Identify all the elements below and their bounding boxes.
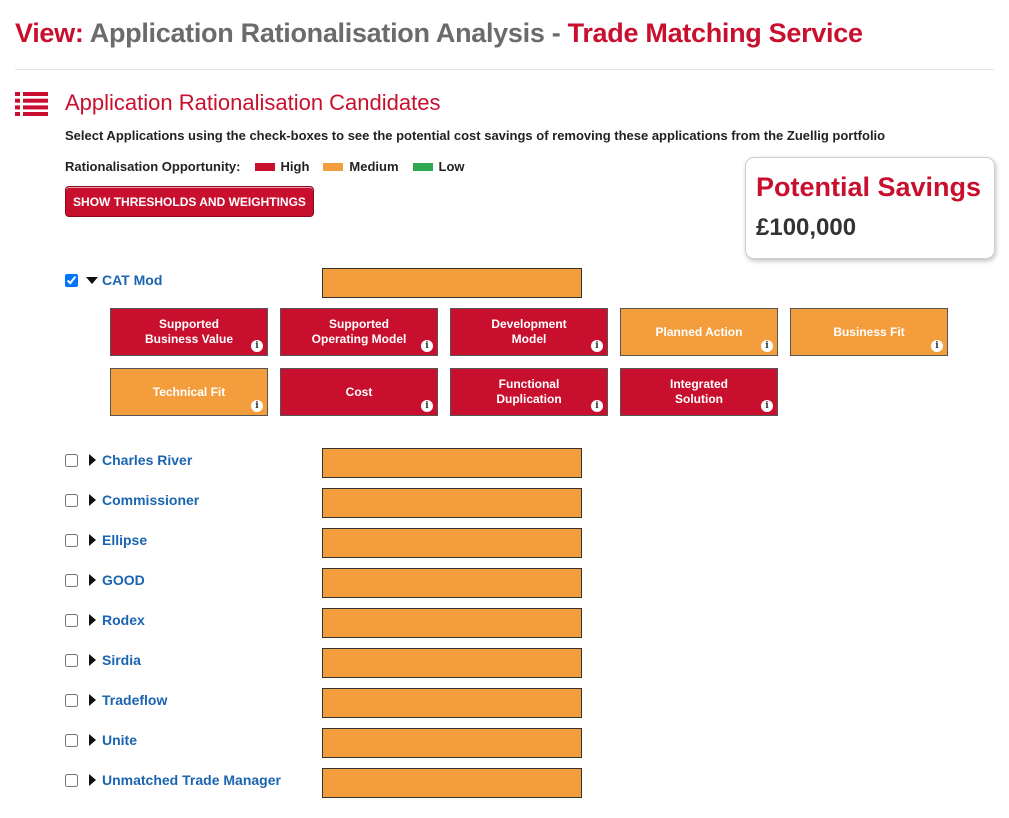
instructions-text: Select Applications using the check-boxe… (65, 128, 886, 143)
rating-bar (322, 768, 582, 798)
app-row-commissioner: Commissioner (65, 488, 585, 521)
analysis-name: Application Rationalisation Analysis (89, 18, 545, 48)
app-row-ellipse: Ellipse (65, 528, 585, 561)
legend: Rationalisation Opportunity: High Medium… (65, 159, 465, 174)
criteria-tile: Supported Operating Model i (280, 308, 438, 356)
app-checkbox[interactable] (65, 774, 78, 787)
app-name[interactable]: CAT Mod (102, 272, 162, 288)
legend-swatch-high (254, 162, 275, 171)
app-row-charles-river: Charles River (65, 448, 585, 481)
rating-bar (322, 728, 582, 758)
legend-item-high: High (280, 159, 310, 174)
criteria-label: Cost (345, 384, 373, 399)
criteria-tile: Planned Action i (620, 308, 778, 356)
subject-name: Trade Matching Service (567, 18, 863, 48)
criteria-label: Integrated Solution (669, 377, 728, 406)
app-checkbox[interactable] (65, 454, 78, 467)
info-icon[interactable]: i (931, 340, 943, 352)
criteria-tile: Integrated Solution i (620, 368, 778, 416)
app-row-unite: Unite (65, 728, 585, 761)
rating-bar (322, 268, 582, 298)
caret-down-icon[interactable] (86, 277, 98, 284)
info-icon[interactable]: i (761, 400, 773, 412)
app-checkbox[interactable] (65, 494, 78, 507)
app-name[interactable]: Unmatched Trade Manager (102, 772, 281, 788)
view-label: View: (15, 18, 84, 48)
app-row-rodex: Rodex (65, 608, 585, 641)
app-row-cat-mod: CAT Mod (65, 268, 585, 301)
potential-savings-panel: Potential Savings £100,000 (745, 157, 995, 259)
caret-right-icon[interactable] (89, 734, 96, 746)
app-checkbox[interactable] (65, 654, 78, 667)
savings-title: Potential Savings (756, 172, 982, 202)
app-name[interactable]: Rodex (102, 612, 145, 628)
criteria-label: Supported Business Value (144, 317, 234, 346)
info-icon[interactable]: i (421, 400, 433, 412)
app-row-tradeflow: Tradeflow (65, 688, 585, 721)
caret-right-icon[interactable] (89, 774, 96, 786)
app-row-unmatched-trade-manager: Unmatched Trade Manager (65, 768, 585, 801)
list-icon (15, 92, 48, 116)
title-separator: - (551, 18, 561, 48)
app-name[interactable]: Charles River (102, 452, 192, 468)
caret-right-icon[interactable] (89, 534, 96, 546)
rating-bar (322, 568, 582, 598)
caret-right-icon[interactable] (89, 654, 96, 666)
rating-bar (322, 488, 582, 518)
app-checkbox[interactable] (65, 614, 78, 627)
app-checkbox[interactable] (65, 694, 78, 707)
legend-item-medium: Medium (349, 159, 399, 174)
section-title: Application Rationalisation Candidates (65, 90, 441, 115)
page-title: View: Application Rationalisation Analys… (15, 18, 863, 49)
caret-right-icon[interactable] (89, 694, 96, 706)
rating-bar (322, 528, 582, 558)
criteria-label: Development Model (491, 317, 567, 346)
rating-bar (322, 448, 582, 478)
rating-bar (322, 648, 582, 678)
criteria-tile: Functional Duplication i (450, 368, 608, 416)
criteria-tile: Technical Fit i (110, 368, 268, 416)
app-name[interactable]: Sirdia (102, 652, 141, 668)
app-checkbox[interactable] (65, 574, 78, 587)
criteria-tile: Development Model i (450, 308, 608, 356)
info-icon[interactable]: i (761, 340, 773, 352)
caret-right-icon[interactable] (89, 454, 96, 466)
caret-right-icon[interactable] (89, 574, 96, 586)
legend-swatch-medium (323, 162, 344, 171)
app-row-good: GOOD (65, 568, 585, 601)
criteria-label: Functional Duplication (496, 377, 562, 406)
criteria-tile: Supported Business Value i (110, 308, 268, 356)
criteria-label: Business Fit (833, 324, 905, 339)
rating-bar (322, 608, 582, 638)
app-checkbox[interactable] (65, 534, 78, 547)
info-icon[interactable]: i (591, 400, 603, 412)
app-name[interactable]: Ellipse (102, 532, 147, 548)
criteria-tile: Cost i (280, 368, 438, 416)
criteria-label: Technical Fit (152, 384, 226, 399)
header-divider (15, 69, 994, 70)
app-name[interactable]: Tradeflow (102, 692, 167, 708)
info-icon[interactable]: i (251, 400, 263, 412)
app-name[interactable]: Commissioner (102, 492, 199, 508)
rating-bar (322, 688, 582, 718)
caret-right-icon[interactable] (89, 494, 96, 506)
info-icon[interactable]: i (421, 340, 433, 352)
savings-value: £100,000 (756, 214, 857, 241)
legend-item-low: Low (438, 159, 465, 174)
criteria-label: Planned Action (655, 324, 743, 339)
criteria-label: Supported Operating Model (311, 317, 407, 346)
show-thresholds-button[interactable]: SHOW THRESHOLDS AND WEIGHTINGS (65, 186, 314, 217)
info-icon[interactable]: i (251, 340, 263, 352)
app-checkbox[interactable] (65, 274, 78, 287)
info-icon[interactable]: i (591, 340, 603, 352)
legend-swatch-low (412, 162, 433, 171)
app-checkbox[interactable] (65, 734, 78, 747)
legend-label: Rationalisation Opportunity: (65, 159, 241, 174)
caret-right-icon[interactable] (89, 614, 96, 626)
app-name[interactable]: GOOD (102, 572, 145, 588)
app-name[interactable]: Unite (102, 732, 137, 748)
criteria-tile: Business Fit i (790, 308, 948, 356)
app-row-sirdia: Sirdia (65, 648, 585, 681)
